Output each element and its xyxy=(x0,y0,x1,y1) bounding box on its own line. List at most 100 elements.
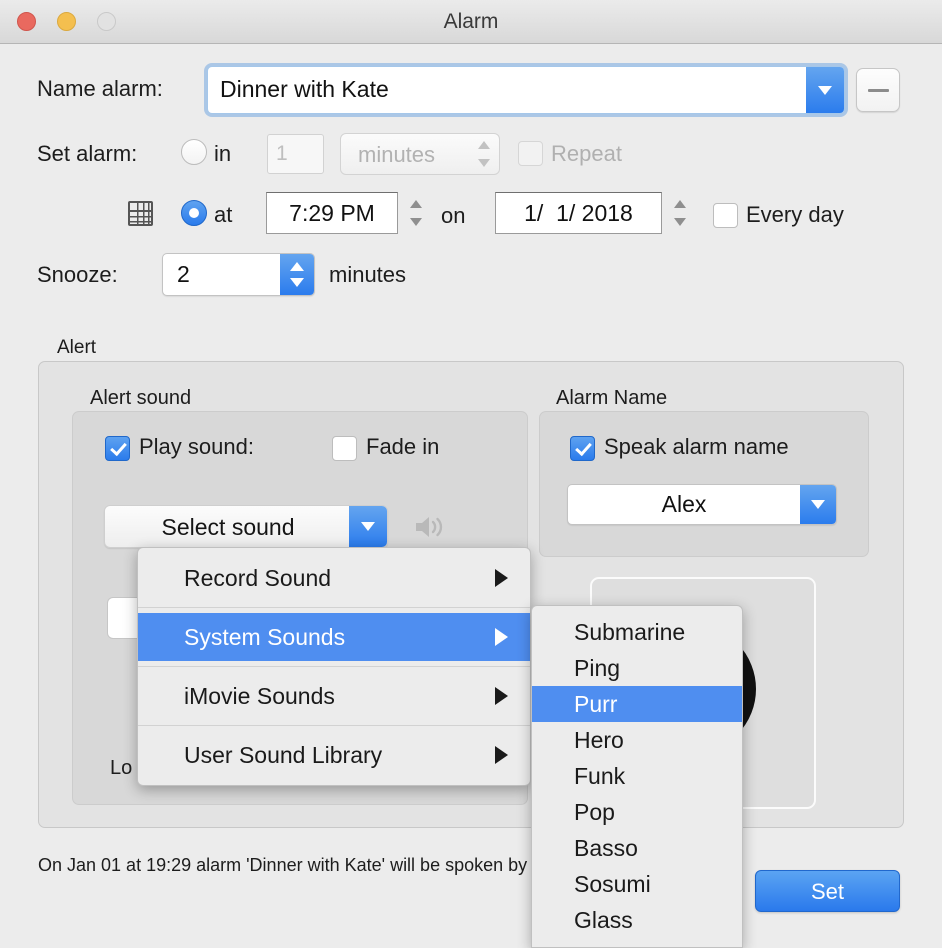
select-sound-menu[interactable]: Record Sound System Sounds iMovie Sounds… xyxy=(137,547,531,786)
submenu-item-label: Funk xyxy=(574,762,626,789)
alarm-date-input[interactable]: 1/ 1/ 2018 xyxy=(495,192,662,234)
menu-item-record-sound[interactable]: Record Sound xyxy=(138,554,530,602)
set-button-label: Set xyxy=(810,879,845,904)
checkbox-play-sound[interactable] xyxy=(105,436,130,461)
chevron-down-icon xyxy=(361,522,375,531)
stepper-down-icon xyxy=(410,218,422,226)
submenu-item-label: Sosumi xyxy=(574,870,651,897)
at-label: at xyxy=(214,202,233,227)
menu-item-label: User Sound Library xyxy=(184,741,383,768)
submenu-item-purr[interactable]: Purr xyxy=(532,686,742,722)
submenu-item-label: Submarine xyxy=(574,618,686,645)
minus-icon xyxy=(868,89,889,92)
alarm-time-input[interactable]: 7:29 PM xyxy=(266,192,398,234)
chevron-down-icon xyxy=(818,85,832,95)
alarm-date-value: 1/ 1/ 2018 xyxy=(524,200,633,226)
menu-separator xyxy=(138,607,530,608)
snooze-stepper-buttons[interactable] xyxy=(280,254,314,295)
checkbox-every-day[interactable] xyxy=(713,203,738,228)
stepper-down-icon xyxy=(674,218,686,226)
submenu-item-label: Pop xyxy=(574,798,615,825)
snooze-unit-label: minutes xyxy=(329,262,407,287)
submenu-arrow-icon xyxy=(495,687,508,705)
alert-group-legend: Alert xyxy=(57,337,97,358)
window-titlebar: Alarm xyxy=(0,0,942,44)
submenu-item-basso[interactable]: Basso xyxy=(532,830,742,866)
menu-separator xyxy=(138,725,530,726)
submenu-item-label: Hero xyxy=(574,726,624,753)
alert-sound-legend: Alert sound xyxy=(90,387,192,409)
menu-item-system-sounds[interactable]: System Sounds xyxy=(138,613,530,661)
radio-set-alarm-at[interactable] xyxy=(181,200,207,226)
in-amount-input[interactable]: 1 xyxy=(267,134,324,174)
submenu-item-label: Purr xyxy=(574,690,618,717)
alarm-name-legend: Alarm Name xyxy=(556,387,668,409)
checkbox-speak-alarm-name[interactable] xyxy=(570,436,595,461)
checkbox-repeat[interactable] xyxy=(518,141,543,166)
menu-separator xyxy=(138,666,530,667)
stepper-down-icon xyxy=(478,159,490,167)
checkbox-fade-in[interactable] xyxy=(332,436,357,461)
fade-in-label: Fade in xyxy=(366,434,440,459)
name-alarm-value: Dinner with Kate xyxy=(220,76,389,102)
alarm-time-value: 7:29 PM xyxy=(289,200,375,226)
alarm-window: Alarm Name alarm: Dinner with Kate Set a… xyxy=(0,0,942,948)
on-label: on xyxy=(441,203,466,228)
speaker-icon xyxy=(416,517,443,537)
chevron-down-icon xyxy=(811,500,825,509)
submenu-item-submarine[interactable]: Submarine xyxy=(532,614,742,650)
set-alarm-label: Set alarm: xyxy=(37,141,138,166)
submenu-arrow-icon xyxy=(495,628,508,646)
submenu-item-label: Ping xyxy=(574,654,621,681)
in-unit-select[interactable]: minutes xyxy=(340,133,500,175)
alarm-date-stepper[interactable] xyxy=(674,200,687,226)
submenu-arrow-icon xyxy=(495,569,508,587)
snooze-label: Snooze: xyxy=(37,262,118,287)
select-sound-dropdown-button[interactable] xyxy=(349,506,387,547)
system-sounds-submenu[interactable]: Submarine Ping Purr Hero Funk Pop Basso … xyxy=(531,605,743,948)
select-sound-label: Select sound xyxy=(161,514,295,540)
name-alarm-label: Name alarm: xyxy=(37,76,163,101)
submenu-item-funk[interactable]: Funk xyxy=(532,758,742,794)
stepper-up-icon xyxy=(410,200,422,208)
in-unit-value: minutes xyxy=(358,142,436,167)
submenu-item-sosumi[interactable]: Sosumi xyxy=(532,866,742,902)
remove-alarm-button[interactable] xyxy=(856,68,900,112)
loop-label: Lo xyxy=(110,757,133,779)
every-day-label: Every day xyxy=(746,202,844,227)
select-sound-button[interactable]: Select sound xyxy=(104,505,388,548)
stepper-up-icon xyxy=(290,262,304,271)
submenu-item-ping[interactable]: Ping xyxy=(532,650,742,686)
submenu-item-label: Basso xyxy=(574,834,638,861)
stepper-up-icon xyxy=(478,141,490,149)
stepper-down-icon xyxy=(290,278,304,287)
snooze-stepper-input[interactable]: 2 xyxy=(162,253,315,296)
speak-alarm-name-label: Speak alarm name xyxy=(604,434,789,459)
stepper-up-icon xyxy=(674,200,686,208)
repeat-label: Repeat xyxy=(551,141,622,166)
snooze-value: 2 xyxy=(177,261,190,287)
in-amount-value: 1 xyxy=(276,142,288,165)
radio-set-alarm-in[interactable] xyxy=(181,139,207,165)
menu-item-label: iMovie Sounds xyxy=(184,682,335,709)
menu-item-user-sound-library[interactable]: User Sound Library xyxy=(138,731,530,779)
menu-item-imovie-sounds[interactable]: iMovie Sounds xyxy=(138,672,530,720)
submenu-arrow-icon xyxy=(495,746,508,764)
in-unit-stepper[interactable] xyxy=(478,141,491,167)
submenu-item-glass[interactable]: Glass xyxy=(532,902,742,938)
name-alarm-combobox[interactable]: Dinner with Kate xyxy=(207,66,845,114)
play-sound-label: Play sound: xyxy=(139,434,254,459)
calendar-icon xyxy=(128,201,153,226)
window-title: Alarm xyxy=(443,10,499,33)
in-label: in xyxy=(214,141,232,166)
set-button[interactable]: Set xyxy=(755,870,900,912)
submenu-item-pop[interactable]: Pop xyxy=(532,794,742,830)
voice-select[interactable]: Alex xyxy=(567,484,837,525)
submenu-item-hero[interactable]: Hero xyxy=(532,722,742,758)
submenu-item-label: Glass xyxy=(574,906,633,933)
menu-item-label: System Sounds xyxy=(184,623,346,650)
alarm-time-stepper[interactable] xyxy=(410,200,423,226)
name-alarm-dropdown-button[interactable] xyxy=(806,67,844,113)
voice-dropdown-button[interactable] xyxy=(800,485,836,524)
menu-item-label: Record Sound xyxy=(184,564,332,591)
